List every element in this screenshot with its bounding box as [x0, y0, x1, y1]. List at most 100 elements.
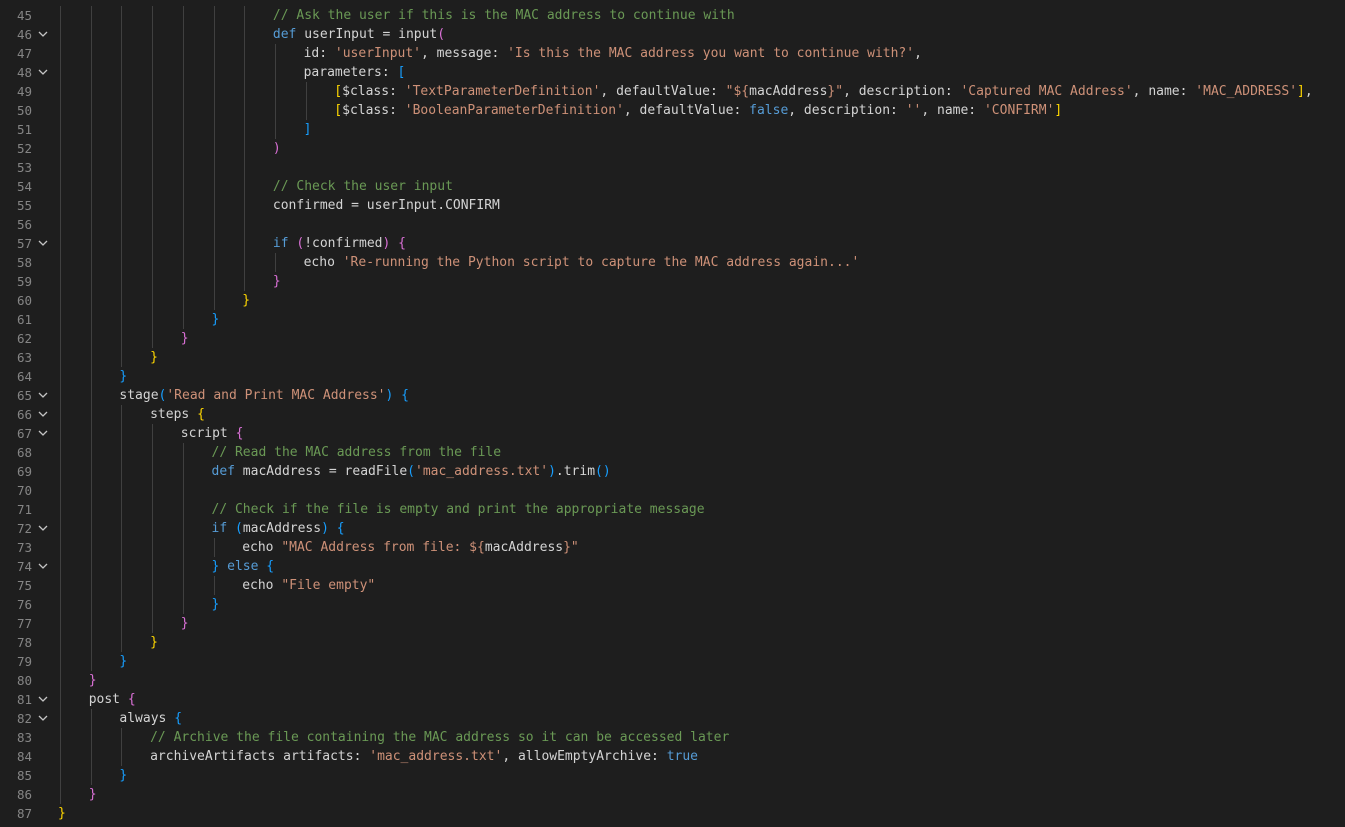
- fold-chevron-icon[interactable]: [38, 695, 48, 703]
- code-line[interactable]: 66 steps {: [0, 405, 1345, 424]
- code-token: // Check the user input: [272, 179, 453, 194]
- indent-guide: [152, 462, 154, 481]
- indent-guide: [213, 139, 215, 158]
- line-number: 53: [16, 160, 32, 175]
- code-line[interactable]: 50 [$class: 'BooleanParameterDefinition',…: [0, 101, 1345, 120]
- indent-guide: [213, 196, 215, 215]
- fold-chevron-icon[interactable]: [38, 714, 48, 722]
- code-line[interactable]: 48 parameters: [: [0, 63, 1345, 82]
- fold-chevron-icon[interactable]: [38, 562, 48, 570]
- code-line[interactable]: 84 archiveArtifacts artifacts: 'mac_addre…: [0, 747, 1345, 766]
- fold-chevron-icon[interactable]: [38, 30, 48, 38]
- indent-guide: [244, 215, 246, 234]
- code-line[interactable]: 68 // Read the MAC address from the file: [0, 443, 1345, 462]
- code-line[interactable]: 74} else {: [0, 557, 1345, 576]
- code-line[interactable]: 45 // Ask the user if this is the MAC add…: [0, 6, 1345, 25]
- code-token: // Ask the user if this is the MAC addre…: [272, 8, 735, 23]
- indent-guide: [244, 6, 246, 25]
- indent-guide: [152, 595, 154, 614]
- code-token: steps: [150, 407, 198, 422]
- code-line[interactable]: 78}: [0, 633, 1345, 652]
- fold-chevron-icon[interactable]: [38, 391, 48, 399]
- code-line[interactable]: 54 // Check the user input: [0, 177, 1345, 196]
- indent-guide: [182, 462, 184, 481]
- code-text: }: [273, 272, 281, 291]
- indent-guide: [152, 63, 154, 82]
- code-line[interactable]: 69 def macAddress = readFile('mac_address…: [0, 462, 1345, 481]
- code-line[interactable]: 63}: [0, 348, 1345, 367]
- line-number: 87: [16, 806, 32, 821]
- fold-chevron-icon[interactable]: [38, 410, 48, 418]
- code-line[interactable]: 73 echo "MAC Address from file: ${macAddr…: [0, 538, 1345, 557]
- code-line[interactable]: 61}: [0, 310, 1345, 329]
- code-line[interactable]: 58 echo 'Re-running the Python script to …: [0, 253, 1345, 272]
- code-token: ,: [1304, 84, 1313, 99]
- code-line[interactable]: 81 post {: [0, 690, 1345, 709]
- code-line[interactable]: 82 always {: [0, 709, 1345, 728]
- indent-guide: [60, 481, 61, 500]
- code-line[interactable]: 51]: [0, 120, 1345, 139]
- indent-guide: [60, 272, 61, 291]
- code-token: // Archive the file containing the MAC a…: [150, 730, 730, 745]
- line-number: 65: [16, 388, 32, 403]
- code-token: !confirmed: [304, 236, 383, 251]
- indent-guide: [182, 253, 184, 272]
- line-number: 74: [16, 559, 32, 574]
- code-token: }: [211, 312, 220, 327]
- code-line[interactable]: 85}: [0, 766, 1345, 785]
- code-line[interactable]: 59}: [0, 272, 1345, 291]
- indent-guide: [182, 120, 184, 139]
- code-line[interactable]: 76}: [0, 595, 1345, 614]
- indent-guide: [213, 215, 215, 234]
- code-token: {: [174, 711, 183, 726]
- code-token: (: [407, 464, 415, 479]
- indent-guide: [213, 82, 215, 101]
- code-line[interactable]: 57 if (!confirmed) {: [0, 234, 1345, 253]
- fold-chevron-icon[interactable]: [38, 68, 48, 76]
- code-token: macAddress: [749, 84, 828, 99]
- fold-chevron-icon[interactable]: [38, 429, 48, 437]
- indent-guide: [244, 101, 246, 120]
- code-line[interactable]: 86}: [0, 785, 1345, 804]
- line-number: 58: [16, 255, 32, 270]
- line-number: 69: [16, 464, 32, 479]
- code-line[interactable]: 72 if (macAddress) {: [0, 519, 1345, 538]
- indent-guide: [90, 576, 92, 595]
- fold-chevron-icon[interactable]: [38, 239, 48, 247]
- code-line[interactable]: 67 script {: [0, 424, 1345, 443]
- code-line[interactable]: 62}: [0, 329, 1345, 348]
- line-number: 56: [16, 217, 32, 232]
- indent-guide: [60, 291, 61, 310]
- code-line[interactable]: 80}: [0, 671, 1345, 690]
- code-line[interactable]: 87}: [0, 804, 1345, 823]
- code-token: 'Read and Print MAC Address': [166, 388, 386, 403]
- code-line[interactable]: 83 // Archive the file containing the MAC…: [0, 728, 1345, 747]
- code-line[interactable]: 65 stage('Read and Print MAC Address') {: [0, 386, 1345, 405]
- indent-guide: [121, 310, 123, 329]
- code-line[interactable]: 49 [$class: 'TextParameterDefinition', de…: [0, 82, 1345, 101]
- code-line[interactable]: 64}: [0, 367, 1345, 386]
- indent-guide: [121, 481, 123, 500]
- indent-guide: [182, 500, 184, 519]
- code-editor[interactable]: 45 // Ask the user if this is the MAC add…: [0, 0, 1345, 827]
- code-line[interactable]: 47 id: 'userInput', message: 'Is this the…: [0, 44, 1345, 63]
- code-line[interactable]: 56: [0, 215, 1345, 234]
- code-line[interactable]: 70: [0, 481, 1345, 500]
- code-line[interactable]: 53: [0, 158, 1345, 177]
- code-token: confirmed = userInput.CONFIRM: [272, 198, 500, 213]
- indent-guide: [60, 462, 61, 481]
- code-line[interactable]: 60}: [0, 291, 1345, 310]
- code-token: (: [437, 27, 446, 42]
- code-line[interactable]: 75 echo "File empty": [0, 576, 1345, 595]
- code-token: macAddress: [242, 521, 322, 536]
- fold-chevron-icon[interactable]: [38, 524, 48, 532]
- indent-guide: [60, 519, 61, 538]
- code-line[interactable]: 46 def userInput = input(: [0, 25, 1345, 44]
- code-line[interactable]: 52): [0, 139, 1345, 158]
- code-line[interactable]: 55 confirmed = userInput.CONFIRM: [0, 196, 1345, 215]
- code-line[interactable]: 71 // Check if the file is empty and prin…: [0, 500, 1345, 519]
- indent-guide: [244, 253, 246, 272]
- line-number: 62: [16, 331, 32, 346]
- code-line[interactable]: 77}: [0, 614, 1345, 633]
- code-line[interactable]: 79}: [0, 652, 1345, 671]
